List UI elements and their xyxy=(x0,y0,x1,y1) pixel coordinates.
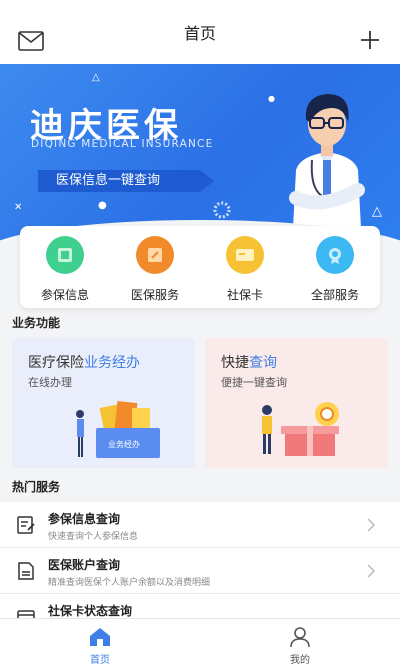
document-icon xyxy=(18,562,34,580)
tab-mine[interactable]: 我的 xyxy=(200,619,400,666)
list-item[interactable]: 参保信息查询 快速查询个人参保信息 xyxy=(0,502,400,548)
bottom-tab-bar: 首页 我的 xyxy=(0,618,400,666)
bin-label: 业务经办 xyxy=(108,440,140,449)
quick-item-label: 医保服务 xyxy=(130,288,179,302)
list-item-subtitle: 精准查询医保个人账户余额以及消费明细 xyxy=(48,578,211,588)
section-title-business: 业务功能 xyxy=(12,316,61,330)
quick-item-label: 全部服务 xyxy=(310,288,359,302)
business-card-title: 快捷查询 xyxy=(221,355,277,371)
banner-tagline: 医保信息一键查询 xyxy=(38,170,214,192)
card-icon xyxy=(226,236,264,274)
list-item-subtitle: 快速查询个人参保信息 xyxy=(48,532,139,542)
business-card-subtitle: 便捷一键查询 xyxy=(221,376,287,389)
tab-label: 首页 xyxy=(90,655,110,666)
sparkle-icon: ● xyxy=(98,200,107,211)
badge-icon xyxy=(316,236,354,274)
quick-item-all-services[interactable]: 全部服务 xyxy=(290,226,380,308)
business-card-title: 医疗保险业务经办 xyxy=(28,355,140,371)
quick-services: 参保信息 医保服务 社保卡 全部服务 xyxy=(20,226,380,308)
list-item[interactable]: 医保账户查询 精准查询医保个人账户余额以及消费明细 xyxy=(0,548,400,594)
page-title: 首页 xyxy=(183,24,216,43)
mail-icon[interactable] xyxy=(18,31,44,51)
sparkle-icon: ● xyxy=(268,94,275,103)
brand-subtitle: DIQING MEDICAL INSURANCE xyxy=(31,138,214,150)
business-card-subtitle: 在线办理 xyxy=(28,376,72,389)
list-item-title: 参保信息查询 xyxy=(48,512,121,526)
quick-item-medical-service[interactable]: 医保服务 xyxy=(110,226,200,308)
sparkle-icon: ✕ xyxy=(14,202,23,213)
chevron-right-icon xyxy=(367,564,376,578)
business-card-medical[interactable]: 医疗保险业务经办 在线办理 业务经办 xyxy=(12,338,195,468)
edit-list-icon xyxy=(17,516,35,534)
sparkle-icon: △ xyxy=(372,204,382,219)
sparkle-icon: △ xyxy=(92,72,100,83)
quick-item-insurance-info[interactable]: 参保信息 xyxy=(20,226,110,308)
search-gift-illustration xyxy=(262,402,339,456)
user-icon xyxy=(290,627,310,648)
dotted-circle-icon xyxy=(213,201,231,219)
tab-label: 我的 xyxy=(290,655,310,666)
top-bar: 首页 xyxy=(0,0,400,64)
quick-item-label: 参保信息 xyxy=(40,288,89,302)
files-bin-illustration xyxy=(76,401,160,458)
list-item-title: 医保账户查询 xyxy=(48,558,121,572)
quick-item-social-card[interactable]: 社保卡 xyxy=(200,226,290,308)
edit-document-icon xyxy=(136,236,174,274)
home-icon xyxy=(90,628,110,646)
quick-item-label: 社保卡 xyxy=(226,288,263,302)
tab-home[interactable]: 首页 xyxy=(0,619,200,666)
list-item-title: 社保卡状态查询 xyxy=(48,604,133,618)
id-card-icon xyxy=(46,236,84,274)
plus-icon[interactable] xyxy=(360,30,380,50)
section-title-hot: 热门服务 xyxy=(12,480,61,494)
business-card-quick-query[interactable]: 快捷查询 便捷一键查询 xyxy=(205,338,388,468)
chevron-right-icon xyxy=(367,518,376,532)
